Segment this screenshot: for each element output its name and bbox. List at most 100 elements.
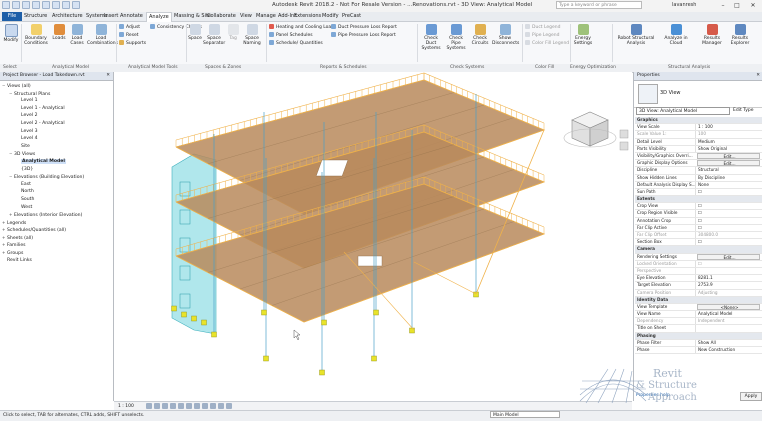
robot-analysis-button[interactable]: Robot Structural Analysis xyxy=(616,24,656,46)
property-category[interactable]: Graphics xyxy=(635,117,762,125)
type-selector[interactable]: 3D View xyxy=(634,81,762,108)
3d-view-icon[interactable] xyxy=(72,1,80,9)
minimize-icon[interactable]: – xyxy=(718,1,728,10)
browser-item[interactable]: Level 2 xyxy=(0,112,113,120)
analytical-model-view[interactable] xyxy=(114,72,632,401)
property-value[interactable]: Structural xyxy=(695,167,762,174)
active-model-dropdown[interactable]: Main Model xyxy=(490,411,560,418)
browser-item[interactable]: − Views (all) xyxy=(0,82,113,90)
browser-item[interactable]: Revit Links xyxy=(0,257,113,265)
render-icon[interactable] xyxy=(178,403,184,409)
tab-view[interactable]: View xyxy=(238,12,254,21)
modify-button[interactable]: Modify xyxy=(2,24,20,43)
space-tag-button[interactable]: Tag xyxy=(226,24,240,41)
group-select[interactable]: Select xyxy=(3,65,17,70)
close-icon[interactable]: ✕ xyxy=(756,72,760,80)
browser-item[interactable]: + Families xyxy=(0,241,113,249)
property-value[interactable]: By Discipline xyxy=(695,174,762,181)
pipe-legend-button[interactable]: Pipe Legend xyxy=(525,32,559,39)
tab-manage[interactable]: Manage xyxy=(254,12,278,21)
property-value[interactable]: ☐ xyxy=(695,224,762,231)
tab-structure[interactable]: Structure xyxy=(22,12,49,21)
browser-item[interactable]: + Sheets (all) xyxy=(0,234,113,242)
duct-pressure-button[interactable]: Duct Pressure Loss Report xyxy=(331,24,397,31)
space-separator-button[interactable]: Space Separator xyxy=(203,24,225,46)
property-value[interactable]: 8281.1 xyxy=(695,275,762,282)
property-value[interactable]: 2753.9 xyxy=(695,282,762,289)
search-input[interactable]: Type a keyword or phrase xyxy=(556,1,642,9)
property-category[interactable]: Identity Data xyxy=(635,296,762,304)
browser-item[interactable]: Level 2 - Analytical xyxy=(0,120,113,128)
property-category[interactable]: Camera xyxy=(635,246,762,254)
open-icon[interactable] xyxy=(12,1,20,9)
show-disconnects-button[interactable]: Show Disconnects xyxy=(492,24,519,46)
browser-item[interactable]: − Structural Plans xyxy=(0,90,113,98)
measure-icon[interactable] xyxy=(62,1,70,9)
browser-item[interactable]: Level 4 xyxy=(0,135,113,143)
results-manager-button[interactable]: Results Manager xyxy=(700,24,724,46)
3d-view-canvas[interactable] xyxy=(114,72,632,401)
user-name[interactable]: lavanresh xyxy=(672,2,696,8)
sun-path-icon[interactable] xyxy=(162,403,168,409)
reset-button[interactable]: Reset xyxy=(119,32,139,39)
property-value[interactable]: 1 : 100 xyxy=(695,124,762,131)
pipe-pressure-button[interactable]: Pipe Pressure Loss Report xyxy=(331,32,396,39)
browser-item[interactable]: Site xyxy=(0,143,113,151)
browser-item[interactable]: − Elevations (Building Elevation) xyxy=(0,173,113,181)
analyze-cloud-button[interactable]: Analyze in Cloud xyxy=(664,24,688,46)
property-edit-button[interactable]: Edit... xyxy=(697,152,760,160)
tab-architecture[interactable]: Architecture xyxy=(50,12,85,21)
tab-annotate[interactable]: Annotate xyxy=(118,12,145,21)
browser-item[interactable]: {3D} xyxy=(0,166,113,174)
results-explorer-button[interactable]: Results Explorer xyxy=(726,24,754,46)
property-value[interactable]: Medium xyxy=(695,138,762,145)
lock-view-icon[interactable] xyxy=(202,403,208,409)
property-value[interactable]: ☐ xyxy=(695,239,762,246)
property-category[interactable]: Extents xyxy=(635,196,762,204)
property-edit-button[interactable]: Edit... xyxy=(697,253,760,260)
shadows-icon[interactable] xyxy=(170,403,176,409)
panel-schedules-button[interactable]: Panel Schedules xyxy=(269,32,313,39)
property-value[interactable]: None xyxy=(695,181,762,188)
space-naming-button[interactable]: Space Naming xyxy=(241,24,263,46)
duct-legend-button[interactable]: Duct Legend xyxy=(525,24,561,31)
detail-level-icon[interactable] xyxy=(146,403,152,409)
reveal-hidden-icon[interactable] xyxy=(218,403,224,409)
browser-item[interactable]: Level 3 xyxy=(0,128,113,136)
tab-modify[interactable]: Modify xyxy=(320,12,341,21)
property-value[interactable]: Show All xyxy=(695,339,762,346)
property-value[interactable]: ☐ xyxy=(695,188,762,196)
browser-item[interactable]: Level 1 - Analytical xyxy=(0,105,113,113)
tab-extensions[interactable]: Extensions xyxy=(292,12,323,21)
property-value[interactable] xyxy=(695,325,762,332)
browser-item[interactable]: North xyxy=(0,188,113,196)
browser-item[interactable]: South xyxy=(0,196,113,204)
property-value[interactable]: Show Original xyxy=(695,145,762,152)
energy-settings-button[interactable]: Energy Settings xyxy=(572,24,594,46)
apply-button[interactable]: Apply xyxy=(740,392,762,401)
heating-cooling-button[interactable]: Heating and Cooling Loads xyxy=(269,24,336,31)
crop-icon[interactable] xyxy=(186,403,192,409)
property-value[interactable]: Analytical Model xyxy=(695,311,762,318)
instance-selector[interactable]: 3D View: Analytical Model xyxy=(636,107,730,115)
close-icon[interactable]: ✕ xyxy=(106,72,110,80)
boundary-conditions-button[interactable]: Boundary Conditions xyxy=(23,24,49,46)
visual-style-icon[interactable] xyxy=(154,403,160,409)
schedule-quantities-button[interactable]: Schedule/ Quantities xyxy=(269,40,323,47)
tab-file[interactable]: File xyxy=(2,12,22,21)
browser-item[interactable]: + Elevations (Interior Elevation) xyxy=(0,211,113,219)
supports-button[interactable]: Supports xyxy=(119,40,146,47)
browser-item[interactable]: + Groups xyxy=(0,249,113,257)
property-edit-button[interactable]: <None> xyxy=(697,303,760,311)
print-icon[interactable] xyxy=(52,1,60,9)
close-icon[interactable]: ✕ xyxy=(748,1,758,10)
property-value[interactable]: New Construction xyxy=(695,347,762,354)
revit-logo-icon[interactable] xyxy=(2,1,10,9)
tab-analyze[interactable]: Analyze xyxy=(146,12,172,22)
space-button[interactable]: Space xyxy=(188,24,202,41)
load-combinations-button[interactable]: Load Combinations xyxy=(87,24,118,46)
redo-icon[interactable] xyxy=(42,1,50,9)
color-fill-legend-button[interactable]: Color Fill Legend xyxy=(525,40,569,47)
adjust-button[interactable]: Adjust xyxy=(119,24,140,31)
check-circuits-button[interactable]: Check Circuits xyxy=(469,24,491,46)
